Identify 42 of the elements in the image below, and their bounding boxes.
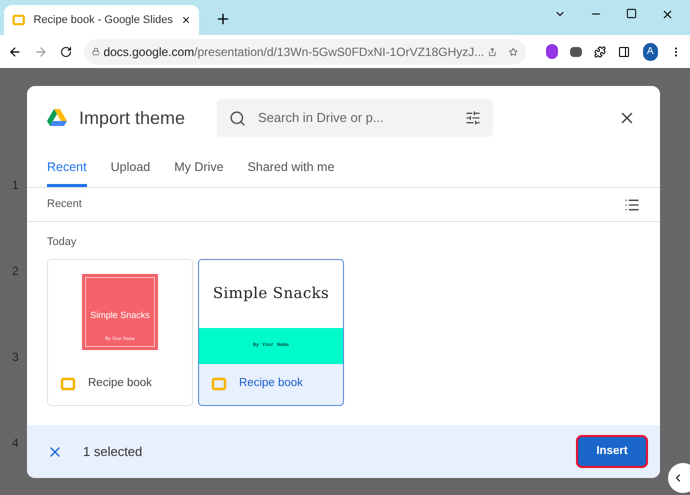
dialog-tab[interactable]: Recent xyxy=(47,150,87,187)
drive-logo-icon xyxy=(47,109,67,127)
slide-number: 1 xyxy=(12,177,19,194)
search-field[interactable]: Search in Drive or p... xyxy=(217,99,493,137)
insert-button[interactable]: Insert xyxy=(576,435,648,468)
slides-icon xyxy=(12,12,26,28)
share-icon[interactable] xyxy=(488,46,497,58)
close-icon[interactable] xyxy=(180,14,191,26)
lock-icon xyxy=(92,46,100,57)
tab-title: Recipe book - Google Slides xyxy=(33,12,173,28)
dialog-tab[interactable]: My Drive xyxy=(174,150,224,187)
slide-title: Simple Snacks xyxy=(212,283,330,304)
close-window-icon[interactable] xyxy=(661,8,674,21)
url-text: docs.google.com/presentation/d/13Wn-5GwS0FDxNI-1OrVZ18GHyzJ... xyxy=(103,44,484,60)
filter-icon[interactable] xyxy=(465,110,481,126)
section-label: Recent xyxy=(47,197,82,212)
slides-file-icon xyxy=(211,376,227,392)
file-name: Recipe book xyxy=(239,376,303,392)
browser-tab[interactable]: Recipe book - Google Slides xyxy=(4,5,199,35)
profile-avatar[interactable]: A xyxy=(642,42,658,60)
slide-number: 3 xyxy=(12,349,19,366)
search-placeholder: Search in Drive or p... xyxy=(258,109,385,128)
dialog-tab[interactable]: Shared with me xyxy=(248,150,334,187)
side-panel-icon[interactable] xyxy=(618,44,631,58)
collapse-button[interactable] xyxy=(668,463,690,493)
file-name: Recipe book xyxy=(88,376,152,392)
search-icon xyxy=(229,110,246,126)
new-tab-icon[interactable] xyxy=(215,11,231,27)
maximize-icon[interactable] xyxy=(626,8,637,19)
slide-title: Simple Snacks xyxy=(90,310,150,320)
slides-file-icon xyxy=(60,376,76,392)
selection-count: 1 selected xyxy=(83,442,144,461)
extensions-icon[interactable] xyxy=(594,44,606,58)
slide-number: 2 xyxy=(12,263,19,280)
address-bar[interactable]: docs.google.com/presentation/d/13Wn-5GwS0FDxNI-1OrVZ18GHyzJ... xyxy=(84,38,526,64)
bookmark-icon[interactable] xyxy=(508,46,518,58)
slide-number: 4 xyxy=(12,435,19,452)
group-label: Today xyxy=(46,235,78,250)
list-view-icon[interactable] xyxy=(624,196,640,212)
dialog-title: Import theme xyxy=(79,106,186,130)
reload-icon[interactable] xyxy=(60,44,72,58)
dialog-tab[interactable]: Upload xyxy=(110,150,150,187)
